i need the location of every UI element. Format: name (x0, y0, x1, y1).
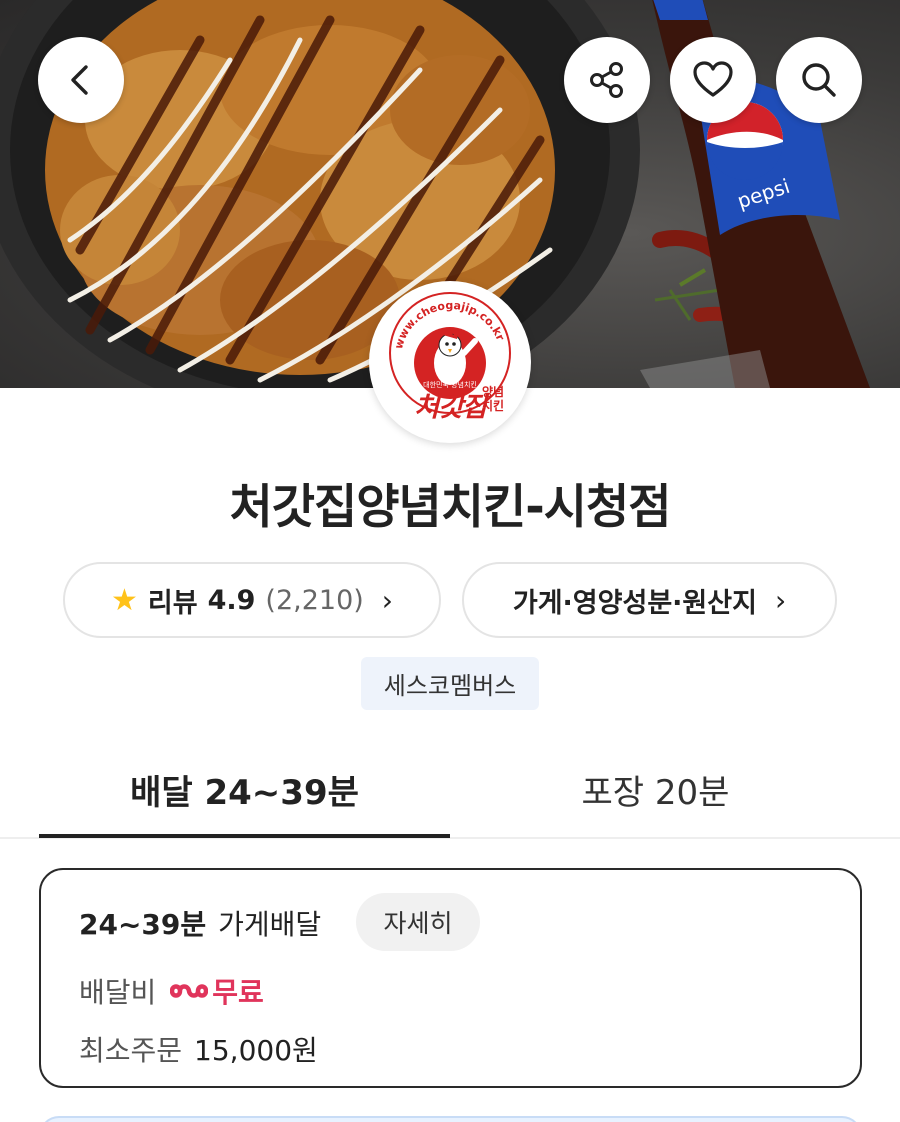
share-icon (590, 62, 623, 98)
infinity-membership-icon (170, 984, 209, 998)
delivery-time: 24~39분 (79, 908, 207, 941)
detail-button[interactable]: 자세히 (356, 893, 480, 951)
share-button[interactable] (564, 37, 650, 123)
tab-delivery[interactable]: 배달 24~39분 (39, 765, 450, 815)
chevron-right-icon: › (381, 583, 393, 617)
min-order-value: 15,000원 (194, 1034, 318, 1067)
store-title: 처갓집양념치킨-시청점 (229, 480, 672, 535)
store-info-button[interactable]: 가게·영양성분·원산지 › (462, 562, 837, 638)
logo-subtext: 양념치킨 (482, 385, 505, 413)
delivery-fee-value-wrap: 무료 (170, 971, 264, 1011)
delivery-fee-row: 배달비 무료 (79, 971, 264, 1011)
heart-icon (693, 61, 733, 97)
review-button[interactable]: ★ 리뷰 4.9 (2,210) › (63, 562, 441, 638)
store-logo: www.cheogajip.co.kr 대한민국 양념치킨 처갓집 양념치킨 (369, 281, 531, 443)
delivery-info-card: 24~39분 가게배달 자세히 배달비 무료 최소주문 15,000원 (39, 868, 862, 1088)
cesco-members-badge: 세스코멤버스 (361, 657, 539, 710)
delivery-type: 가게배달 (218, 908, 322, 941)
back-button[interactable] (38, 37, 124, 123)
chevron-left-icon (71, 65, 88, 95)
min-order-row: 최소주문 15,000원 (79, 1029, 318, 1069)
search-button[interactable] (776, 37, 862, 123)
next-card-peek (39, 1116, 862, 1122)
min-order-label: 최소주문 (79, 1034, 183, 1067)
favorite-button[interactable] (670, 37, 756, 123)
chevron-right-icon: › (774, 583, 787, 617)
active-tab-indicator (39, 834, 450, 838)
store-info-label: 가게·영양성분·원산지 (512, 587, 757, 619)
search-icon (802, 63, 836, 97)
delivery-time-row: 24~39분 가게배달 (79, 903, 321, 943)
delivery-fee-label: 배달비 (79, 976, 157, 1009)
delivery-fee-value: 무료 (212, 976, 264, 1009)
review-rating: 4.9 (207, 584, 256, 616)
tab-pickup[interactable]: 포장 20분 (450, 765, 861, 815)
star-icon: ★ (110, 582, 138, 618)
review-label: 리뷰 (147, 587, 198, 619)
review-count: (2,210) (265, 584, 364, 616)
